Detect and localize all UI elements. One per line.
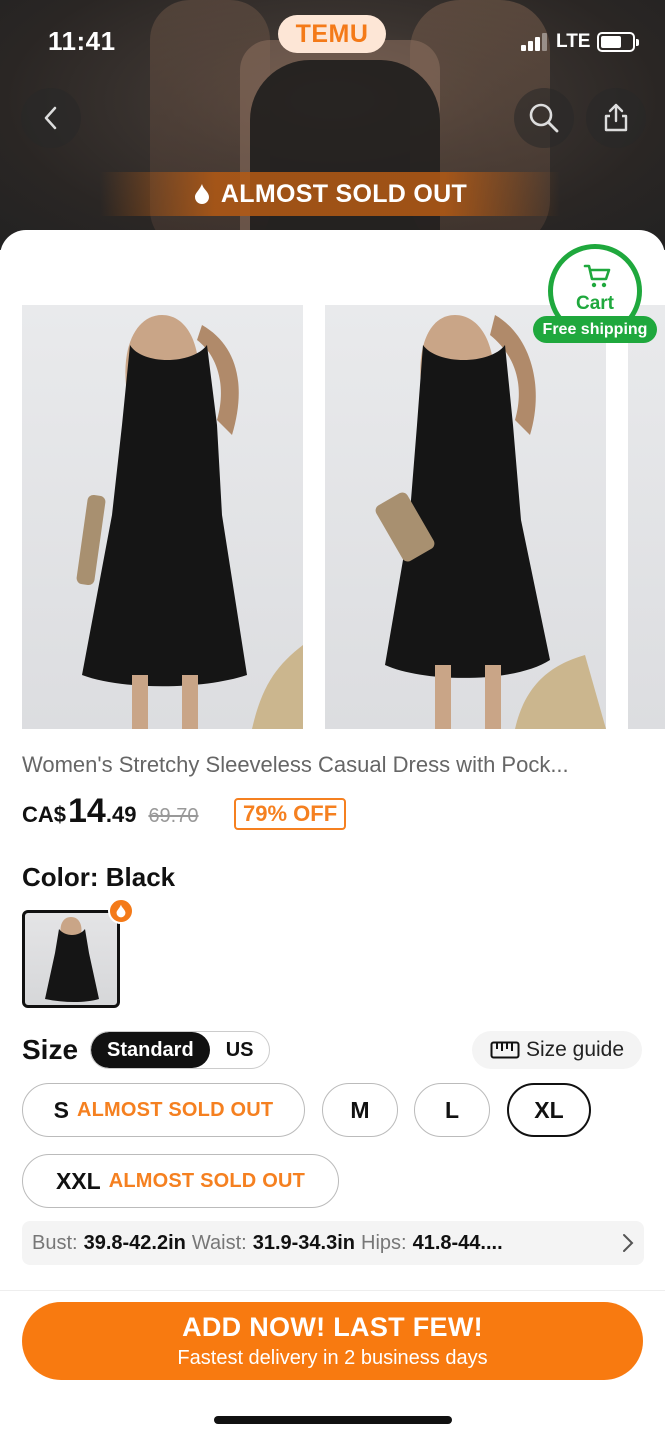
size-label: Size xyxy=(22,1034,79,1065)
color-label: Color: Black xyxy=(22,862,176,892)
size-option-m[interactable]: M xyxy=(322,1083,398,1137)
size-value: L xyxy=(444,1096,460,1123)
search-button[interactable] xyxy=(514,88,574,148)
almost-sold-out-banner: ALMOST SOLD OUT xyxy=(100,172,560,216)
back-button[interactable] xyxy=(21,88,81,148)
original-price: 69.70 xyxy=(148,805,199,827)
share-button[interactable] xyxy=(586,88,646,148)
size-option-s[interactable]: S ALMOST SOLD OUT xyxy=(22,1083,305,1137)
size-stock-note: ALMOST SOLD OUT xyxy=(108,1169,306,1192)
battery-icon xyxy=(597,32,639,52)
size-value: XXL xyxy=(55,1167,101,1194)
size-value: XL xyxy=(534,1096,564,1123)
size-option-l[interactable]: L xyxy=(414,1083,490,1137)
size-guide-label: Size guide xyxy=(525,1038,625,1061)
hips-label: Hips: xyxy=(361,1231,407,1254)
banner-text: ALMOST SOLD OUT xyxy=(220,179,468,208)
free-shipping-badge: Free shipping xyxy=(533,316,657,343)
size-value: M xyxy=(350,1096,370,1123)
temu-logo[interactable]: TEMU xyxy=(278,15,386,53)
waist-value: 31.9-34.3in xyxy=(252,1231,355,1254)
cart-icon xyxy=(583,264,611,288)
clock: 11:41 xyxy=(48,26,116,56)
cta-title: ADD NOW! LAST FEW! xyxy=(182,1312,483,1342)
signal-icon xyxy=(521,33,549,51)
chevron-right-icon xyxy=(623,1234,634,1252)
cta-subtitle: Fastest delivery in 2 business days xyxy=(177,1347,488,1369)
ruler-icon xyxy=(490,1041,520,1059)
size-system-toggle[interactable]: Standard US xyxy=(90,1031,271,1069)
bust-value: 39.8-42.2in xyxy=(83,1231,186,1254)
size-system-standard[interactable]: Standard xyxy=(91,1032,210,1068)
product-title[interactable]: Women's Stretchy Sleeveless Casual Dress… xyxy=(22,752,647,778)
size-system-us[interactable]: US xyxy=(210,1032,270,1068)
status-bar: 11:41 TEMU LTE xyxy=(0,0,665,80)
hips-value: 41.8-44.... xyxy=(412,1231,503,1254)
price-whole: 14 xyxy=(68,792,106,830)
product-photo[interactable] xyxy=(325,305,606,729)
size-option-xxl[interactable]: XXL ALMOST SOLD OUT xyxy=(22,1154,339,1208)
waist-label: Waist: xyxy=(191,1231,247,1254)
price-row: CA$ 14 .49 69.70 xyxy=(22,792,199,832)
product-gallery[interactable] xyxy=(0,305,665,729)
flame-icon xyxy=(116,904,126,918)
product-photo[interactable] xyxy=(628,305,665,729)
product-photo[interactable] xyxy=(22,305,303,729)
add-to-cart-button[interactable]: ADD NOW! LAST FEW! Fastest delivery in 2… xyxy=(22,1302,643,1380)
size-value: S xyxy=(53,1096,69,1123)
bust-label: Bust: xyxy=(32,1231,78,1254)
divider xyxy=(0,1290,665,1291)
cart-label: Cart xyxy=(575,293,614,314)
popular-badge xyxy=(108,898,134,924)
search-icon xyxy=(529,103,559,133)
back-icon xyxy=(44,106,57,130)
size-stock-note: ALMOST SOLD OUT xyxy=(77,1098,274,1121)
discount-badge: 79% OFF xyxy=(234,798,347,830)
size-option-xl[interactable]: XL xyxy=(507,1083,591,1137)
network-label: LTE xyxy=(556,31,591,52)
measurements-row[interactable]: Bust: 39.8-42.2in Waist: 31.9-34.3in Hip… xyxy=(22,1221,644,1265)
price-cents: .49 xyxy=(105,802,137,827)
color-swatch-black[interactable] xyxy=(22,910,120,1008)
flame-icon xyxy=(194,184,209,204)
price-currency: CA$ xyxy=(22,802,67,827)
size-guide-button[interactable]: Size guide xyxy=(472,1031,642,1069)
share-icon xyxy=(604,103,628,132)
home-indicator[interactable] xyxy=(214,1416,452,1424)
